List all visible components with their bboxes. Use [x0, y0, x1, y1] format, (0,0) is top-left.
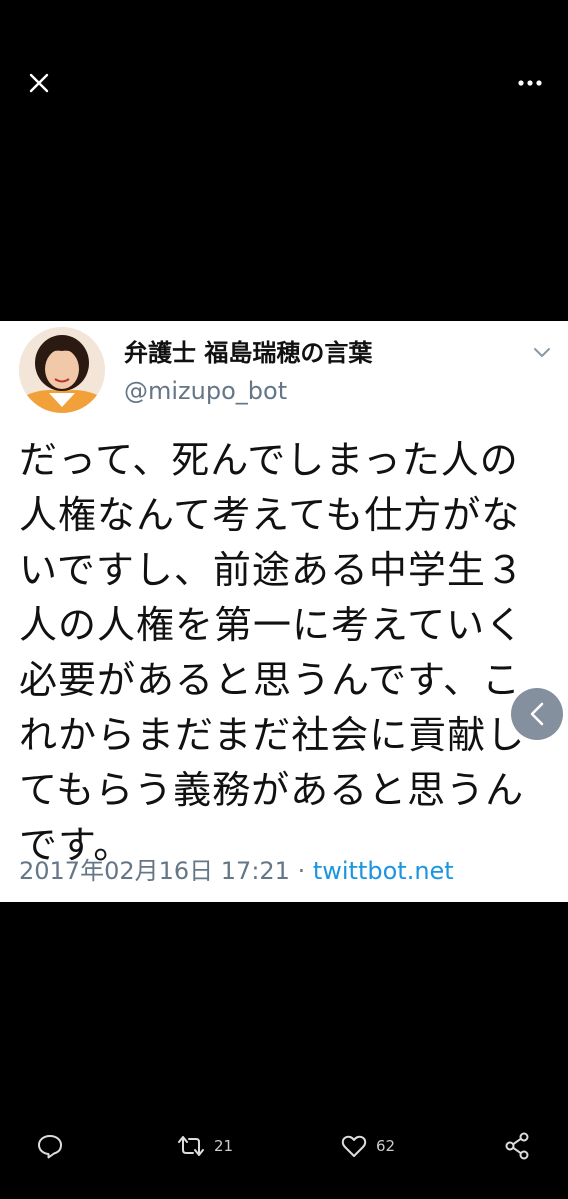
tweet-card: 弁護士 福島瑞穂の言葉 @mizupo_bot だって、死んでしまった人の人権な… — [0, 321, 568, 902]
reply-button[interactable] — [36, 1120, 64, 1172]
retweet-count: 21 — [214, 1137, 234, 1155]
reply-icon — [38, 1135, 62, 1159]
display-name[interactable]: 弁護士 福島瑞穂の言葉 — [124, 333, 372, 368]
timestamp: 2017年02月16日 17:21 — [19, 857, 290, 885]
chevron-left-icon — [530, 702, 544, 726]
tweet-meta: 2017年02月16日 17:21 · twittbot.net — [19, 851, 454, 886]
source-link[interactable]: twittbot.net — [313, 857, 454, 885]
share-button[interactable] — [504, 1120, 530, 1172]
avatar[interactable] — [19, 327, 105, 413]
close-icon — [29, 73, 49, 93]
avatar-portrait — [19, 327, 105, 413]
more-icon — [518, 80, 542, 86]
retweet-button[interactable]: 21 — [176, 1120, 233, 1172]
more-options-button[interactable] — [508, 66, 552, 100]
like-button[interactable]: 62 — [340, 1120, 395, 1172]
action-bar: 21 62 — [0, 1120, 568, 1172]
retweet-icon — [178, 1136, 204, 1156]
tweet-text: だって、死んでしまった人の人権なんて考えても仕方がないですし、前途ある中学生３人… — [19, 438, 526, 867]
heart-icon — [341, 1135, 367, 1157]
chevron-down-icon — [534, 347, 550, 357]
side-back-button[interactable] — [511, 688, 563, 740]
meta-separator: · — [289, 857, 313, 885]
close-button[interactable] — [22, 66, 56, 100]
like-count: 62 — [376, 1137, 396, 1155]
top-bar — [0, 0, 568, 170]
user-handle[interactable]: @mizupo_bot — [124, 377, 287, 405]
tweet-menu-button[interactable] — [528, 341, 556, 363]
share-icon — [505, 1132, 529, 1160]
